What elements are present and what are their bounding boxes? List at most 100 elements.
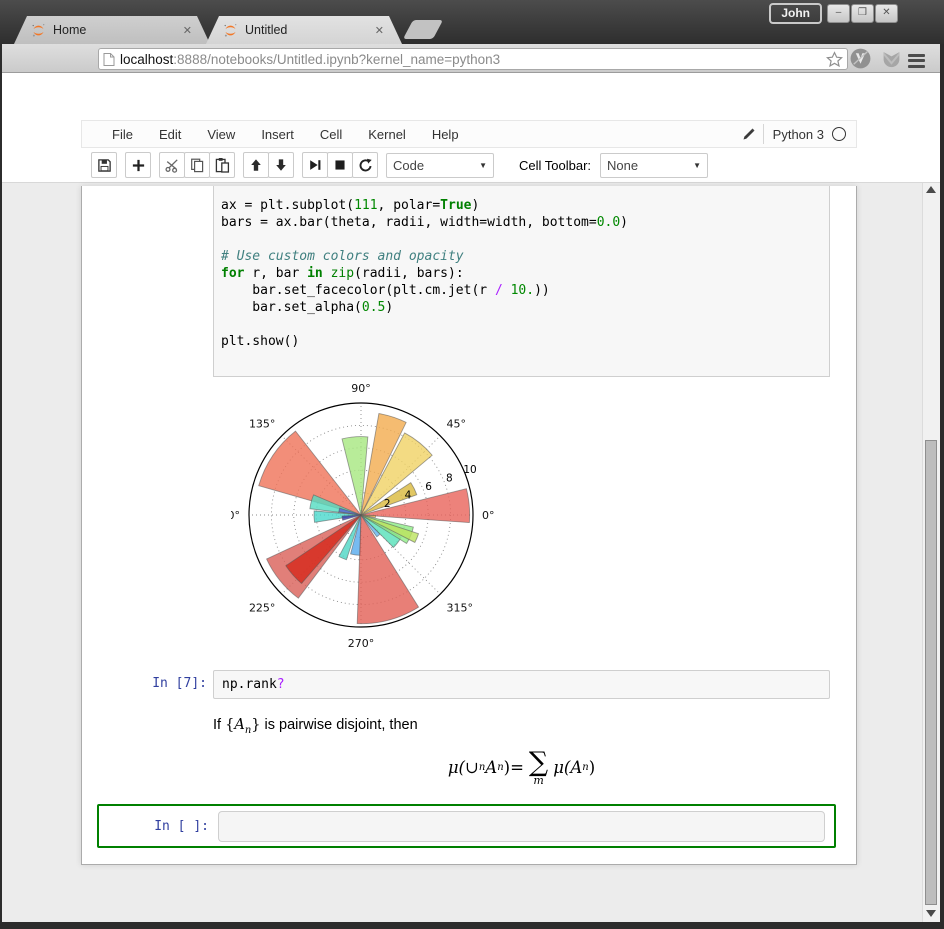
browser-menu-icon[interactable]	[908, 51, 925, 70]
math-formula: μ(∪nAn) = ∑mμ(An)	[213, 750, 830, 786]
code-line: plt.show()	[221, 333, 822, 350]
angle-tick-label: 225°	[249, 602, 275, 615]
input-prompt: In [7]:	[82, 676, 207, 691]
window-frame-left	[0, 44, 2, 929]
cell-type-select[interactable]: Code ▼	[386, 153, 494, 178]
cut-cell-button[interactable]	[159, 152, 185, 178]
url-path: :8888/notebooks/Untitled.ipynb?kernel_na…	[173, 52, 500, 67]
extension-mask-icon[interactable]	[881, 49, 902, 75]
menubar-divider	[763, 124, 764, 144]
insert-cell-below-icon	[131, 158, 146, 173]
query-cell-input[interactable]: np.rank?	[213, 670, 830, 699]
tab-close-icon[interactable]: ✕	[183, 24, 192, 37]
kernel-name: Python 3	[773, 127, 824, 142]
menu-item-view[interactable]: View	[194, 127, 248, 142]
code-line: bar.set_facecolor(plt.cm.jet(r / 10.))	[221, 282, 822, 299]
scrollbar-thumb[interactable]	[925, 440, 937, 905]
paste-cell-button[interactable]	[209, 152, 235, 178]
tab-untitled[interactable]: Untitled ✕	[206, 16, 402, 44]
empty-cell-input[interactable]	[218, 811, 825, 842]
interrupt-kernel-icon	[333, 158, 347, 172]
r-tick-label: 6	[425, 481, 432, 493]
jupyter-favicon-icon	[31, 23, 46, 38]
angle-tick-label: 270°	[348, 637, 375, 650]
code-line: bar.set_alpha(0.5)	[221, 299, 822, 316]
code-line: ax = plt.subplot(111, polar=True)	[221, 197, 822, 214]
run-cell-button[interactable]	[302, 152, 328, 178]
copy-cell-icon	[189, 157, 205, 173]
paste-cell-icon	[214, 157, 230, 173]
url-text: localhost:8888/notebooks/Untitled.ipynb?…	[120, 52, 826, 67]
code-line: bars = ax.bar(theta, radii, width=width,…	[221, 214, 822, 231]
code-cell-source[interactable]: ax = plt.subplot(111, polar=True)bars = …	[214, 186, 829, 361]
move-cell-up-button[interactable]	[243, 152, 269, 178]
window-maximize-button[interactable]: ❒	[851, 4, 874, 23]
code-line	[221, 231, 822, 248]
menu-item-insert[interactable]: Insert	[248, 127, 307, 142]
menubar: FileEditViewInsertCellKernelHelp Python …	[81, 120, 857, 148]
interrupt-kernel-button[interactable]	[327, 152, 353, 178]
r-tick-label: 10	[463, 464, 476, 476]
notebook-toolbar: Code ▼ Cell Toolbar: None ▼	[0, 148, 944, 183]
selected-empty-cell[interactable]: In [ ]:	[97, 804, 836, 848]
restart-kernel-button[interactable]	[352, 152, 378, 178]
input-prompt: In [ ]:	[99, 819, 218, 834]
url-host: localhost	[120, 52, 173, 67]
markdown-cell[interactable]: If {An} is pairwise disjoint, then μ(∪nA…	[213, 717, 830, 786]
move-cell-down-icon	[274, 158, 288, 172]
menu-item-help[interactable]: Help	[419, 127, 472, 142]
menu-item-cell[interactable]: Cell	[307, 127, 355, 142]
chevron-down-icon: ▼	[693, 161, 701, 170]
scrollbar-down-arrow[interactable]	[926, 910, 936, 917]
cell-toolbar-label: Cell Toolbar:	[519, 158, 591, 173]
r-tick-label: 2	[384, 498, 391, 510]
tab-label: Home	[53, 23, 183, 37]
extension-v-icon[interactable]	[849, 47, 872, 75]
cut-cell-icon	[164, 157, 180, 173]
r-tick-label: 8	[446, 472, 453, 484]
window-frame-bottom	[0, 922, 944, 929]
insert-cell-below-button[interactable]	[125, 152, 151, 178]
copy-cell-button[interactable]	[184, 152, 210, 178]
r-tick-label: 4	[405, 490, 412, 502]
window-user-label: John	[769, 3, 822, 24]
save-icon	[97, 158, 112, 173]
angle-tick-label: 0°	[482, 509, 495, 522]
window-minimize-button[interactable]: –	[827, 4, 850, 23]
angle-tick-label: 45°	[447, 417, 467, 430]
move-cell-up-icon	[249, 158, 263, 172]
new-tab-button[interactable]	[403, 20, 443, 39]
bookmark-star-icon[interactable]	[826, 51, 843, 68]
scrollbar-up-arrow[interactable]	[926, 186, 936, 193]
tab-close-icon[interactable]: ✕	[375, 24, 384, 37]
angle-tick-label: 90°	[351, 384, 371, 395]
kernel-status-icon	[832, 127, 846, 141]
markdown-text: If {An} is pairwise disjoint, then	[213, 717, 830, 736]
browser-window: John – ❒ ✕ Home ✕ Untitled ✕ localhost:8…	[0, 0, 944, 929]
menu-item-file[interactable]: File	[99, 127, 146, 142]
move-cell-down-button[interactable]	[268, 152, 294, 178]
angle-tick-label: 180°	[231, 509, 240, 522]
polar-chart-output: 2 4 6 8 10 0° 45° 90° 135° 180° 225° 270° 315°	[231, 384, 501, 652]
window-close-button[interactable]: ✕	[875, 4, 898, 23]
window-frame-right	[940, 44, 944, 929]
tab-label: Untitled	[245, 23, 375, 37]
cell-toolbar-select[interactable]: None ▼	[600, 153, 708, 178]
notebook-container: ax = plt.subplot(111, polar=True)bars = …	[81, 186, 857, 865]
code-line: for r, bar in zip(radii, bars):	[221, 265, 822, 282]
save-button[interactable]	[91, 152, 117, 178]
restart-kernel-icon	[358, 158, 373, 173]
menu-item-kernel[interactable]: Kernel	[355, 127, 419, 142]
code-cell-input[interactable]: ax = plt.subplot(111, polar=True)bars = …	[213, 186, 830, 377]
query-cell-source[interactable]: np.rank?	[214, 671, 829, 698]
window-titlebar: John – ❒ ✕ Home ✕ Untitled ✕	[0, 0, 944, 44]
angle-tick-label: 135°	[249, 417, 275, 430]
tab-home[interactable]: Home ✕	[14, 16, 210, 44]
code-line	[221, 316, 822, 333]
run-cell-icon	[308, 158, 322, 172]
jupyter-header: jupyter Untitled (unsaved changes)	[0, 73, 944, 120]
page-icon	[103, 52, 115, 67]
address-bar[interactable]: localhost:8888/notebooks/Untitled.ipynb?…	[98, 48, 848, 70]
angle-tick-label: 315°	[447, 602, 474, 615]
menu-item-edit[interactable]: Edit	[146, 127, 194, 142]
